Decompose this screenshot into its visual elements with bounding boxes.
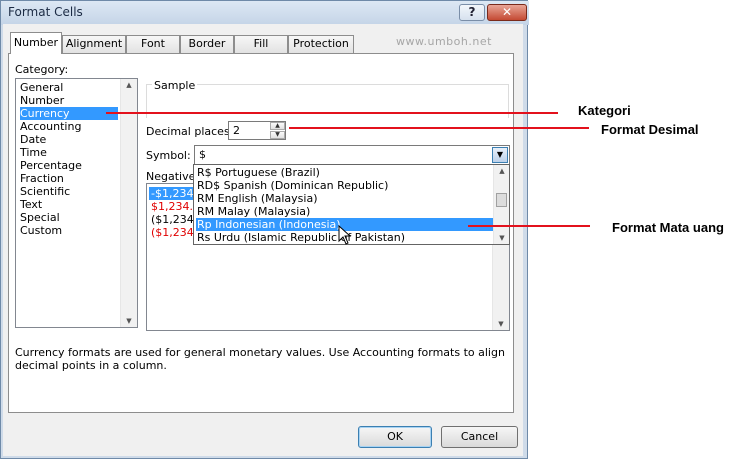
category-item-custom[interactable]: Custom: [20, 224, 118, 237]
category-scrollbar[interactable]: ▲ ▼: [120, 79, 137, 327]
category-label: Category:: [15, 63, 69, 76]
spin-up-icon[interactable]: ▲: [270, 122, 285, 130]
category-item-special[interactable]: Special: [20, 211, 118, 224]
scroll-down-icon[interactable]: ▼: [121, 317, 137, 325]
ok-button[interactable]: OK: [358, 426, 432, 448]
tab-fill[interactable]: Fill: [234, 35, 288, 53]
annotation-format-desimal: Format Desimal: [601, 122, 699, 137]
desimal-pointer-line: [289, 127, 589, 129]
symbol-option[interactable]: RM English (Malaysia): [196, 192, 493, 205]
category-item-scientific[interactable]: Scientific: [20, 185, 118, 198]
symbol-combobox[interactable]: $ ▼: [194, 145, 510, 165]
tab-border[interactable]: Border: [180, 35, 234, 53]
decimal-places-spinner[interactable]: 2 ▲ ▼: [228, 121, 286, 140]
category-item-currency[interactable]: Currency: [20, 107, 118, 120]
tab-protection[interactable]: Protection: [288, 35, 354, 53]
category-item-time[interactable]: Time: [20, 146, 118, 159]
dropdown-scrollbar[interactable]: ▲ ▼: [493, 165, 509, 244]
category-item-general[interactable]: General: [20, 81, 118, 94]
scroll-up-icon[interactable]: ▲: [494, 167, 510, 175]
mata-uang-pointer-line: [468, 225, 590, 227]
category-item-percentage[interactable]: Percentage: [20, 159, 118, 172]
symbol-option[interactable]: R$ Portuguese (Brazil): [196, 166, 493, 179]
decimal-places-label: Decimal places:: [146, 125, 234, 138]
scroll-down-icon[interactable]: ▼: [493, 320, 509, 328]
scroll-up-icon[interactable]: ▲: [121, 81, 137, 89]
sample-label: Sample: [152, 79, 198, 92]
negative-item-red-parentheses[interactable]: ($1,234.: [151, 226, 197, 239]
dialog-title: Format Cells: [8, 5, 83, 19]
negative-item-parentheses[interactable]: ($1,234.: [151, 213, 197, 226]
help-button[interactable]: ?: [459, 4, 485, 21]
chevron-down-icon[interactable]: ▼: [492, 147, 508, 163]
scroll-down-icon[interactable]: ▼: [494, 234, 510, 242]
tab-number[interactable]: Number: [10, 32, 62, 54]
symbol-option[interactable]: RM Malay (Malaysia): [196, 205, 493, 218]
title-bar[interactable]: Format Cells ? ✕: [1, 1, 529, 25]
scroll-thumb[interactable]: [496, 193, 507, 207]
mouse-pointer-icon: [338, 225, 352, 245]
negative-item-selected[interactable]: -$1,234.: [149, 187, 197, 200]
kategori-pointer-line: [106, 112, 558, 114]
category-item-accounting[interactable]: Accounting: [20, 120, 118, 133]
cancel-button[interactable]: Cancel: [441, 426, 518, 448]
watermark: www.umboh.net: [396, 35, 492, 48]
close-button[interactable]: ✕: [487, 4, 527, 21]
symbol-value[interactable]: $: [199, 148, 206, 161]
category-item-fraction[interactable]: Fraction: [20, 172, 118, 185]
category-item-number[interactable]: Number: [20, 94, 118, 107]
category-list[interactable]: General Number Currency Accounting Date …: [15, 78, 138, 328]
annotation-format-mata-uang: Format Mata uang: [612, 220, 724, 235]
symbol-option[interactable]: RD$ Spanish (Dominican Republic): [196, 179, 493, 192]
tab-font[interactable]: Font: [126, 35, 180, 53]
category-item-text[interactable]: Text: [20, 198, 118, 211]
symbol-label: Symbol:: [146, 149, 191, 162]
category-description: Currency formats are used for general mo…: [15, 346, 505, 372]
spin-down-icon[interactable]: ▼: [270, 131, 285, 139]
decimal-places-value[interactable]: 2: [233, 124, 240, 137]
category-item-date[interactable]: Date: [20, 133, 118, 146]
tab-alignment[interactable]: Alignment: [62, 35, 126, 53]
annotation-kategori: Kategori: [578, 103, 631, 118]
